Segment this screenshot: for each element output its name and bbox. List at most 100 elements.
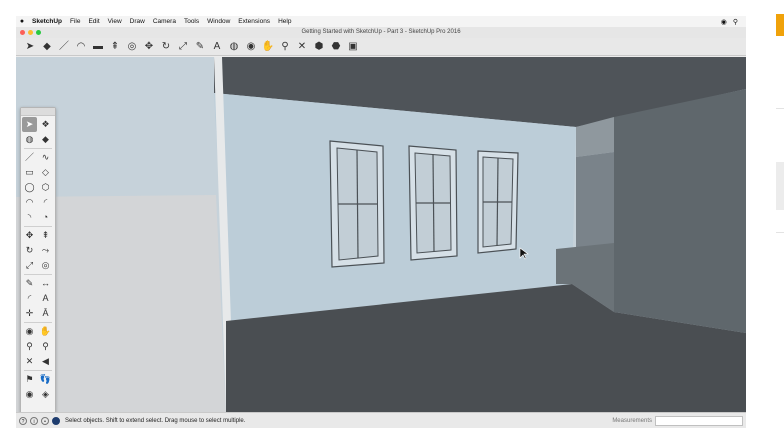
arc-tool-icon[interactable]: ◠ (22, 195, 37, 210)
rotate-tool-icon[interactable]: ↻ (22, 243, 37, 258)
menu-draw[interactable]: Draw (126, 18, 149, 25)
adjacent-page-strip (776, 14, 784, 435)
3d-text-tool-icon[interactable]: Ā (38, 306, 53, 321)
zoom-tool-icon[interactable]: ⚲ (277, 39, 293, 54)
menu-tools[interactable]: Tools (180, 18, 203, 25)
move-tool-icon[interactable]: ✥ (22, 228, 37, 243)
divider-line (776, 232, 784, 233)
menu-help[interactable]: Help (274, 18, 295, 25)
circle-tool-icon[interactable]: ◯ (22, 180, 37, 195)
window-title-bar: Getting Started with SketchUp - Part 3 -… (16, 27, 746, 38)
window-middle (408, 145, 458, 261)
palette-separator (24, 226, 52, 227)
window-title: Getting Started with SketchUp - Part 3 -… (301, 29, 461, 35)
tape-measure-tool-icon[interactable]: ✎ (192, 39, 208, 54)
orbit-tool-icon[interactable]: ◉ (243, 39, 259, 54)
divider-line (776, 108, 784, 109)
polygon-tool-icon[interactable]: ⬡ (38, 180, 53, 195)
record-icon[interactable]: ◉ (721, 18, 727, 26)
menu-window[interactable]: Window (203, 18, 234, 25)
move-tool-icon[interactable]: ✥ (141, 39, 157, 54)
text-tool-icon[interactable]: A (209, 39, 225, 54)
back-wall-surface (214, 93, 576, 321)
look-around-tool-icon[interactable]: ◉ (22, 387, 37, 402)
eraser-tool-icon[interactable]: ◆ (38, 132, 53, 147)
geo-location-icon[interactable]: ? (19, 416, 27, 425)
warehouse-tool-icon[interactable]: ⬢ (311, 39, 327, 54)
make-component-tool-icon[interactable]: ❖ (38, 117, 53, 132)
follow-me-tool-icon[interactable]: ⤳ (38, 243, 53, 258)
protractor-tool-icon[interactable]: ◜ (22, 291, 37, 306)
line-tool-icon[interactable]: ／ (56, 39, 72, 54)
menu-file[interactable]: File (66, 18, 84, 25)
rotate-tool-icon[interactable]: ↻ (158, 39, 174, 54)
pan-tool-icon[interactable]: ✋ (260, 39, 276, 54)
previous-view-tool-icon[interactable]: ◀ (38, 354, 53, 369)
scale-tool-icon[interactable]: ⤢ (22, 258, 37, 273)
rectangle-tool-icon[interactable]: ▬ (90, 39, 106, 54)
zoom-tool-icon[interactable]: ⚲ (22, 339, 37, 354)
rotated-rectangle-tool-icon[interactable]: ◇ (38, 165, 53, 180)
axes-tool-icon[interactable]: ✛ (22, 306, 37, 321)
dimension-tool-icon[interactable]: ↔ (38, 276, 53, 291)
paint-bucket-tool-icon[interactable]: ◍ (226, 39, 242, 54)
pan-tool-icon[interactable]: ✋ (38, 324, 53, 339)
pie-tool-icon[interactable]: ◔ (38, 210, 53, 225)
two-point-arc-tool-icon[interactable]: ◜ (38, 195, 53, 210)
push-pull-tool-icon[interactable]: ⇞ (107, 39, 123, 54)
main-toolbar: ➤ ◆ ／ ◠ ▬ ⇞ ◎ ✥ ↻ ⤢ ✎ A ◍ ◉ ✋ ⚲ ✕ ⬢ ⬣ ▣ (16, 38, 746, 56)
extension-warehouse-tool-icon[interactable]: ⬣ (328, 39, 344, 54)
offset-tool-icon[interactable]: ◎ (38, 258, 53, 273)
menu-extensions[interactable]: Extensions (234, 18, 274, 25)
measurements-label: Measurements (612, 417, 652, 424)
model-scene (16, 57, 746, 412)
menu-app-name[interactable]: SketchUp (28, 18, 66, 25)
menu-edit[interactable]: Edit (84, 18, 103, 25)
palette-separator (24, 274, 52, 275)
user-icon[interactable]: • (41, 416, 49, 425)
zoom-extents-tool-icon[interactable]: ✕ (22, 354, 37, 369)
palette-separator (24, 148, 52, 149)
apple-menu-icon[interactable]: ● (16, 18, 28, 25)
menu-camera[interactable]: Camera (149, 18, 180, 25)
walk-tool-icon[interactable]: 👣 (38, 372, 53, 387)
window-right (477, 150, 519, 254)
offset-tool-icon[interactable]: ◎ (124, 39, 140, 54)
zoom-extents-tool-icon[interactable]: ✕ (294, 39, 310, 54)
orange-accent-block (776, 14, 784, 36)
palette-separator (24, 370, 52, 371)
tape-measure-tool-icon[interactable]: ✎ (22, 276, 37, 291)
push-pull-tool-icon[interactable]: ⇞ (38, 228, 53, 243)
select-tool-icon[interactable]: ➤ (22, 117, 37, 132)
help-icon[interactable] (52, 416, 60, 425)
orbit-tool-icon[interactable]: ◉ (22, 324, 37, 339)
layout-tool-icon[interactable]: ▣ (345, 39, 361, 54)
gray-panel-block (776, 162, 784, 210)
zoom-window-tool-icon[interactable]: ⚲ (38, 339, 53, 354)
3d-viewport[interactable]: ➤ ❖ ◍ ◆ ／ ∿ ▭ ◇ ◯ ⬡ ◠ ◜ ◝ ◔ ✥ ⇞ ↻ ⤳ ⤢ ◎ ✎ ↔ ◜ A ✛ Ā ◉ ✋ ⚲ ⚲ ✕ ◀ ⚑ 👣 ◉ ◈ (16, 57, 746, 412)
select-tool-icon[interactable]: ➤ (22, 39, 38, 54)
status-bar: ? i • Select objects. Shift to extend se… (16, 412, 746, 428)
scale-tool-icon[interactable]: ⤢ (175, 39, 191, 54)
position-camera-tool-icon[interactable]: ⚑ (22, 372, 37, 387)
palette-separator (24, 322, 52, 323)
text-tool-icon[interactable]: A (38, 291, 53, 306)
menu-view[interactable]: View (104, 18, 126, 25)
measurements-input[interactable] (655, 415, 743, 426)
credits-icon[interactable]: i (30, 416, 38, 425)
mac-menu-bar: ● SketchUp File Edit View Draw Camera To… (16, 16, 746, 27)
right-wall-surface (614, 89, 746, 333)
palette-drag-handle[interactable] (21, 108, 55, 116)
freehand-tool-icon[interactable]: ∿ (38, 150, 53, 165)
window-left (329, 140, 385, 268)
status-message: Select objects. Shift to extend select. … (65, 417, 246, 424)
paint-bucket-tool-icon[interactable]: ◍ (22, 132, 37, 147)
line-tool-icon[interactable]: ／ (22, 150, 37, 165)
rectangle-tool-icon[interactable]: ▭ (22, 165, 37, 180)
section-plane-tool-icon[interactable]: ◈ (38, 387, 53, 402)
sketchup-window: ● SketchUp File Edit View Draw Camera To… (16, 16, 746, 428)
three-point-arc-tool-icon[interactable]: ◝ (22, 210, 37, 225)
arc-tool-icon[interactable]: ◠ (73, 39, 89, 54)
spotlight-search-icon[interactable]: ⚲ (733, 18, 738, 26)
eraser-tool-icon[interactable]: ◆ (39, 39, 55, 54)
